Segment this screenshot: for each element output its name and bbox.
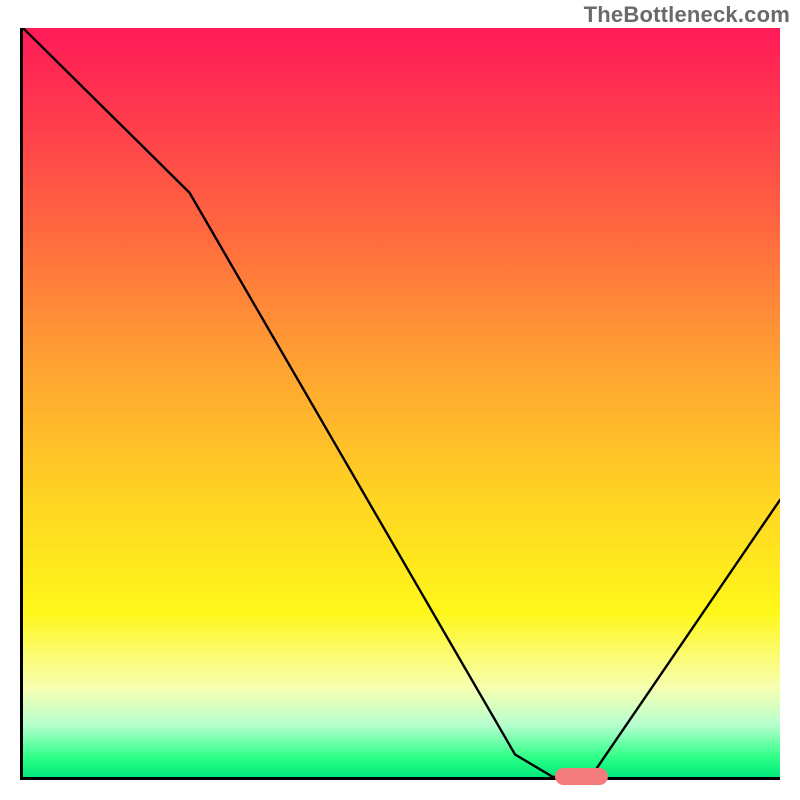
watermark-text: TheBottleneck.com [584, 2, 790, 28]
bottleneck-curve [23, 28, 780, 777]
chart-canvas: TheBottleneck.com [0, 0, 800, 800]
curve-layer [23, 28, 780, 777]
plot-area [20, 28, 780, 780]
optimal-marker [555, 768, 608, 785]
